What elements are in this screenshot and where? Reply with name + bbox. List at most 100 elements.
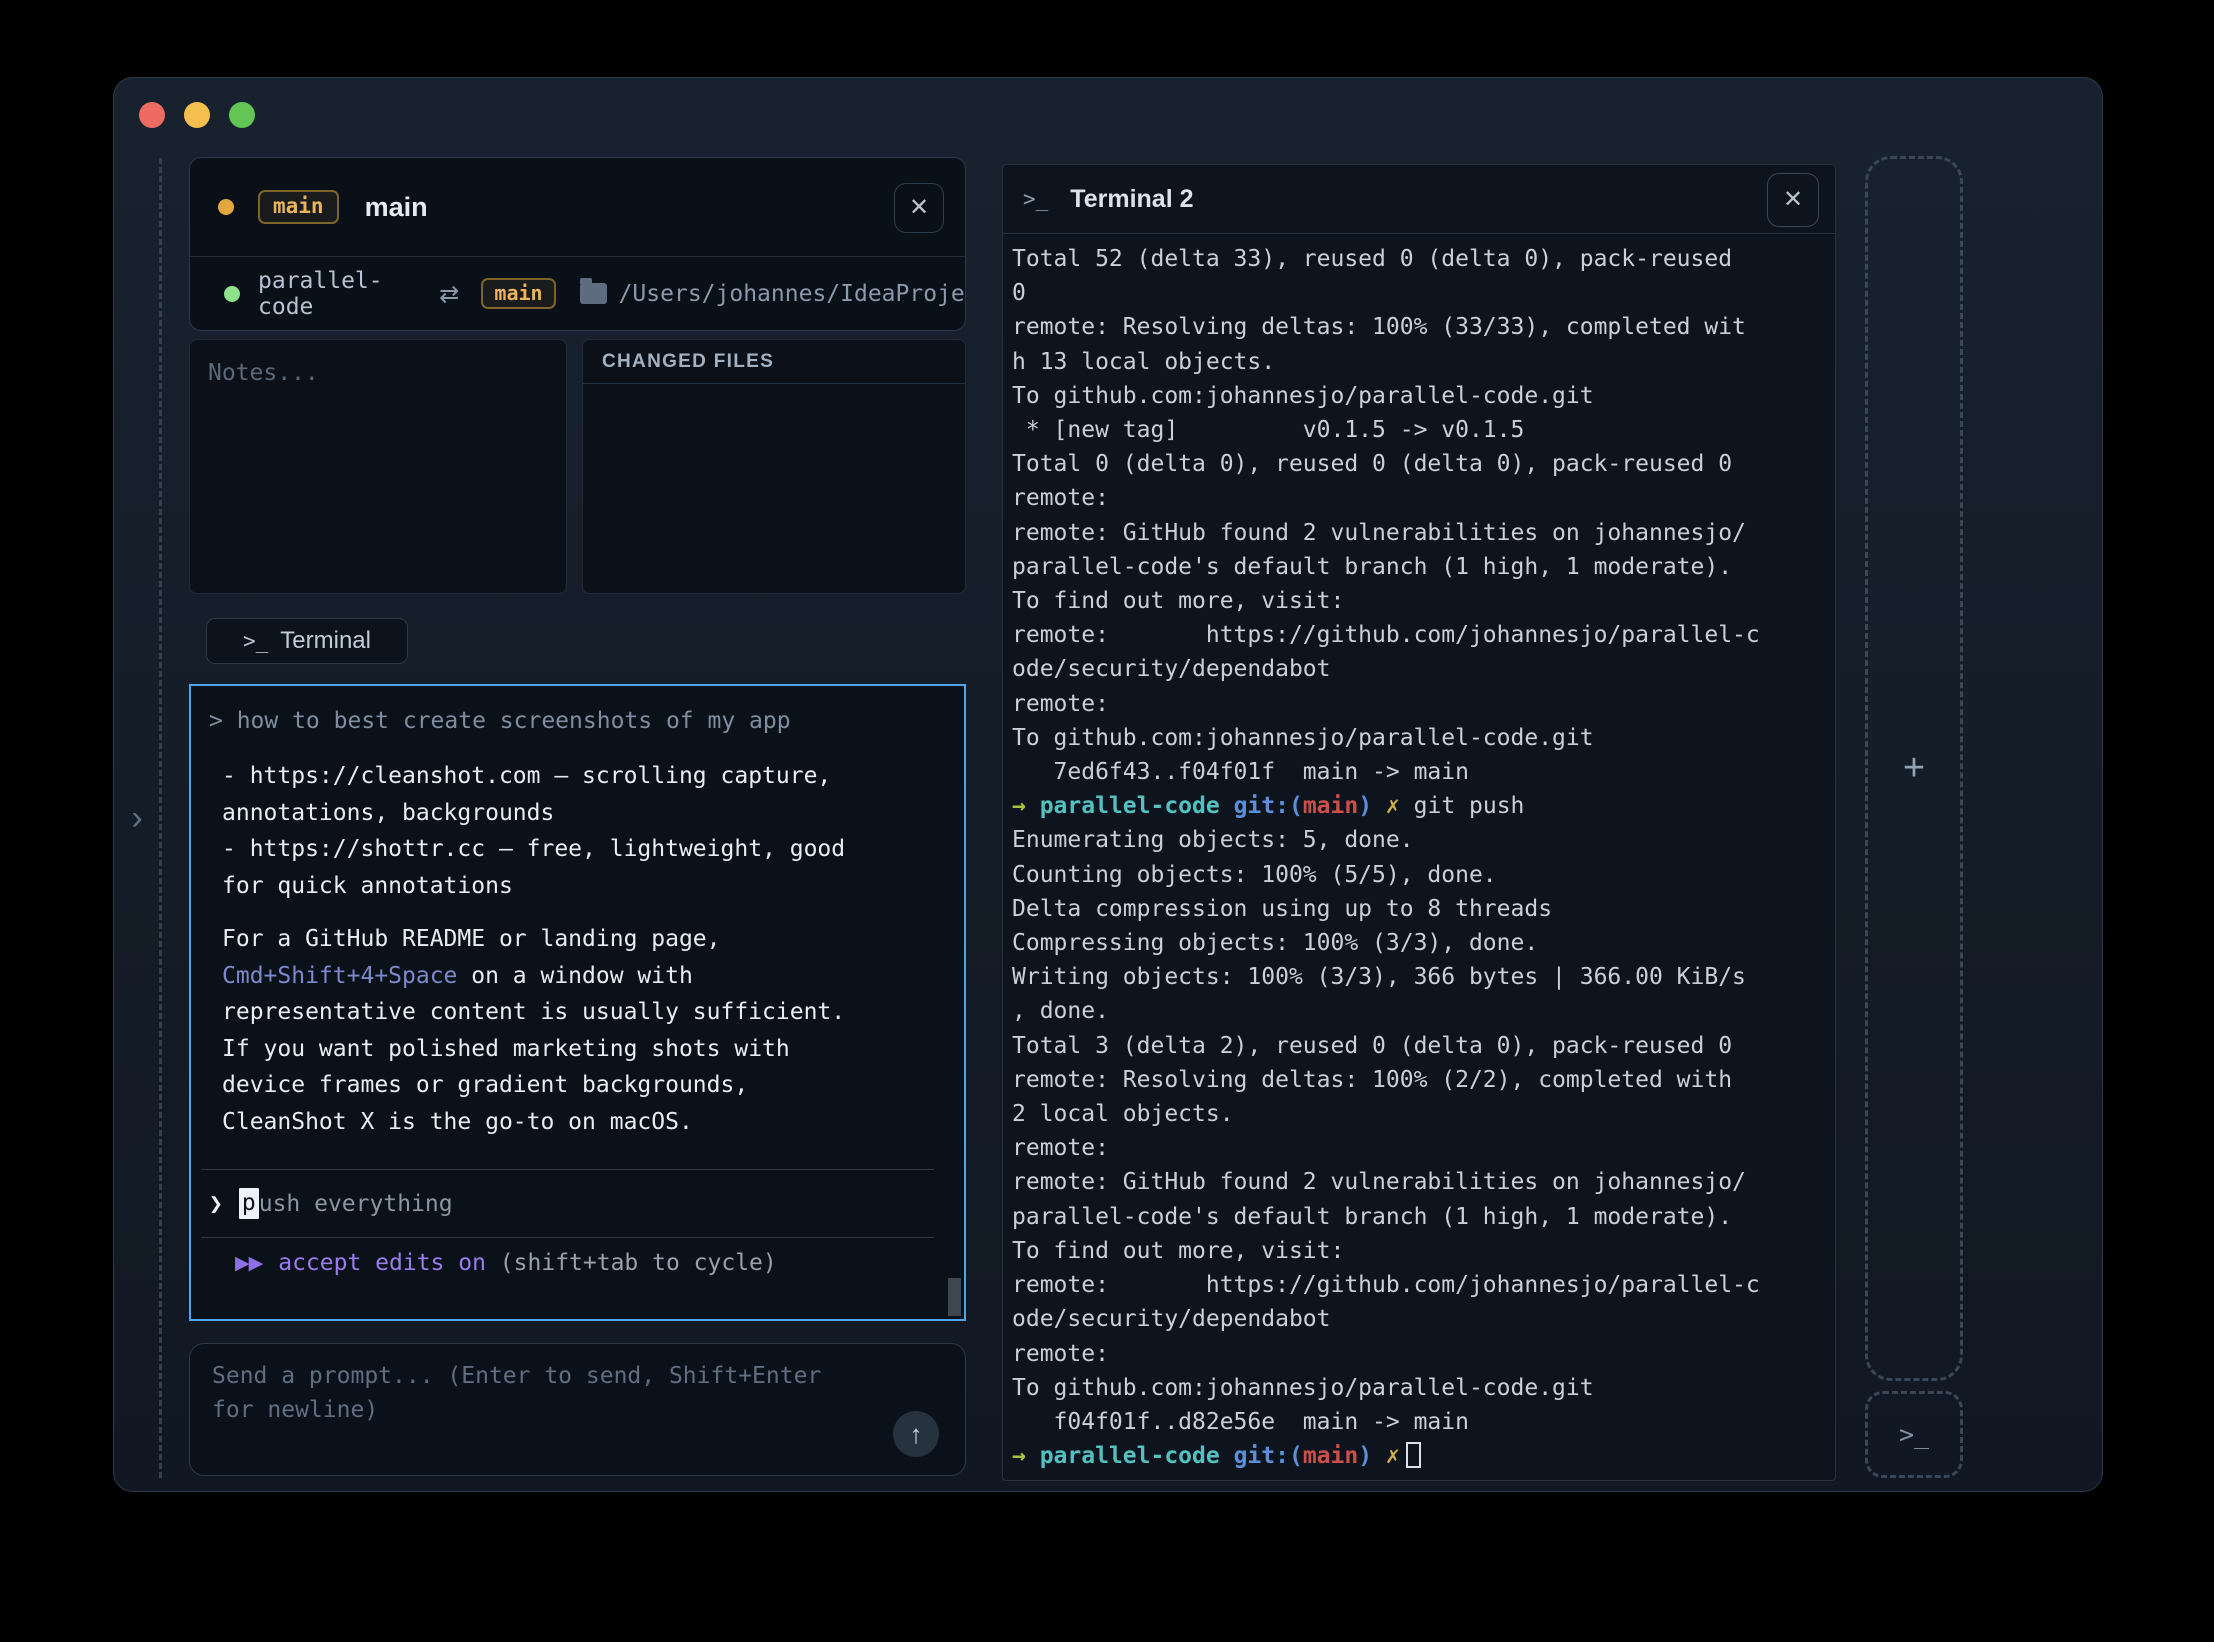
- send-button[interactable]: ↑: [893, 1411, 939, 1457]
- agent-chat-area[interactable]: > how to best create screenshots of my a…: [189, 684, 966, 1321]
- plus-icon: +: [1903, 747, 1925, 790]
- terminal-line: ode/security/dependabot: [1012, 652, 1827, 686]
- app-window: › main main ✕ parallel-code ⇄ main /User…: [113, 77, 2103, 1492]
- terminal-line: parallel-code's default branch (1 high, …: [1012, 1200, 1827, 1234]
- add-panel-dropzone[interactable]: +: [1865, 156, 1963, 1381]
- chat-input-row[interactable]: ❯ p ush everything: [191, 1170, 964, 1237]
- terminal-line: Total 3 (delta 2), reused 0 (delta 0), p…: [1012, 1029, 1827, 1063]
- prompt-input-box[interactable]: Send a prompt... (Enter to send, Shift+E…: [189, 1343, 966, 1476]
- repo-path: /Users/johannes/IdeaProjects/: [619, 281, 965, 307]
- terminal-line: remote:: [1012, 687, 1827, 721]
- accept-edits-hint: (shift+tab to cycle): [486, 1250, 777, 1276]
- terminal-line: To github.com:johannesjo/parallel-code.g…: [1012, 1371, 1827, 1405]
- terminal-line: , done.: [1012, 994, 1827, 1028]
- chat-input-text: ush everything: [259, 1191, 453, 1217]
- terminal-line: 7ed6f43..f04f01f main -> main: [1012, 755, 1827, 789]
- changed-files-header: CHANGED FILES: [583, 340, 965, 384]
- chat-line: Cmd+Shift+4+Space on a window with: [222, 958, 964, 995]
- terminal-line: Delta compression using up to 8 threads: [1012, 892, 1827, 926]
- chat-prompt-icon: ❯: [209, 1191, 223, 1217]
- terminal-2-title: Terminal 2: [1070, 185, 1193, 214]
- terminal-line: To find out more, visit:: [1012, 1234, 1827, 1268]
- terminal-button-label: Terminal: [280, 627, 371, 655]
- traffic-lights: [139, 102, 255, 128]
- terminal-line: remote: GitHub found 2 vulnerabilities o…: [1012, 516, 1827, 550]
- accept-arrows-icon: ▶▶: [235, 1252, 262, 1274]
- terminal-prompt-icon: >_: [1023, 187, 1048, 211]
- terminal-line: To github.com:johannesjo/parallel-code.g…: [1012, 379, 1827, 413]
- terminal-output[interactable]: Total 52 (delta 33), reused 0 (delta 0),…: [1003, 234, 1835, 1473]
- branch-compare-icon: ⇄: [439, 280, 459, 308]
- close-window-button[interactable]: [139, 102, 165, 128]
- chat-line: [222, 904, 964, 921]
- terminal-line: parallel-code's default branch (1 high, …: [1012, 550, 1827, 584]
- repo-branch-badge[interactable]: main: [481, 278, 555, 309]
- terminal-line: remote:: [1012, 1337, 1827, 1371]
- terminal-line: Enumerating objects: 5, done.: [1012, 823, 1827, 857]
- expand-sidebar-chevron-icon[interactable]: ›: [124, 800, 150, 836]
- add-terminal-dropzone[interactable]: >_: [1865, 1391, 1963, 1478]
- notes-panel[interactable]: Notes...: [189, 339, 567, 594]
- chat-line: for quick annotations: [222, 868, 964, 905]
- terminal-line: remote: Resolving deltas: 100% (2/2), co…: [1012, 1063, 1827, 1097]
- terminal-2-close-button[interactable]: ✕: [1767, 173, 1819, 227]
- terminal-line: h 13 local objects.: [1012, 345, 1827, 379]
- notes-placeholder: Notes...: [208, 360, 548, 386]
- terminal-line: f04f01f..d82e56e main -> main: [1012, 1405, 1827, 1439]
- terminal-2-header: >_ Terminal 2 ✕: [1003, 165, 1835, 234]
- accept-edits-row[interactable]: ▶▶ accept edits on (shift+tab to cycle): [191, 1238, 964, 1288]
- changed-files-panel: CHANGED FILES: [582, 339, 966, 594]
- session-card-header: main main ✕: [190, 158, 965, 257]
- terminal-line: Total 0 (delta 0), reused 0 (delta 0), p…: [1012, 447, 1827, 481]
- terminal-line: remote: https://github.com/johannesjo/pa…: [1012, 1268, 1827, 1302]
- session-close-button[interactable]: ✕: [894, 183, 944, 233]
- terminal-line: remote:: [1012, 481, 1827, 515]
- terminal-line: → parallel-code git:(main) ✗ git push: [1012, 789, 1827, 823]
- chat-user-query: > how to best create screenshots of my a…: [209, 703, 964, 739]
- repo-name: parallel-code: [258, 268, 413, 320]
- chat-line: - https://shottr.cc — free, lightweight,…: [222, 831, 964, 868]
- chat-text-cursor: p: [239, 1188, 259, 1219]
- terminal-line: Writing objects: 100% (3/3), 366 bytes |…: [1012, 960, 1827, 994]
- terminal-line: Compressing objects: 100% (3/3), done.: [1012, 926, 1827, 960]
- terminal-line: Counting objects: 100% (5/5), done.: [1012, 858, 1827, 892]
- chat-line: representative content is usually suffic…: [222, 994, 964, 1031]
- terminal-toggle-button[interactable]: >_ Terminal: [206, 618, 408, 664]
- terminal-cursor: [1406, 1442, 1421, 1468]
- terminal-line: remote: Resolving deltas: 100% (33/33), …: [1012, 310, 1827, 344]
- session-title: main: [365, 192, 428, 223]
- chat-line: If you want polished marketing shots wit…: [222, 1031, 964, 1068]
- terminal-prompt-icon: >_: [1899, 1420, 1929, 1449]
- folder-icon: [580, 283, 607, 304]
- terminal-line: remote:: [1012, 1131, 1827, 1165]
- terminal-line: remote: https://github.com/johannesjo/pa…: [1012, 618, 1827, 652]
- chat-answer: - https://cleanshot.com — scrolling capt…: [222, 758, 964, 1140]
- terminal-line: ode/security/dependabot: [1012, 1302, 1827, 1336]
- left-rail-divider: [159, 158, 162, 1478]
- terminal-line: → parallel-code git:(main) ✗: [1012, 1439, 1827, 1473]
- terminal-prompt-icon: >_: [243, 629, 268, 653]
- session-branch-badge: main: [258, 190, 339, 224]
- session-status-dot: [218, 199, 234, 215]
- terminal-line: 0: [1012, 276, 1827, 310]
- terminal-line: 2 local objects.: [1012, 1097, 1827, 1131]
- chat-line: - https://cleanshot.com — scrolling capt…: [222, 758, 964, 795]
- repo-row: parallel-code ⇄ main /Users/johannes/Ide…: [190, 257, 965, 330]
- desktop-background: › main main ✕ parallel-code ⇄ main /User…: [0, 0, 2214, 1642]
- terminal-line: remote: GitHub found 2 vulnerabilities o…: [1012, 1165, 1827, 1199]
- chat-content: > how to best create screenshots of my a…: [191, 686, 964, 1140]
- chat-line: device frames or gradient backgrounds,: [222, 1067, 964, 1104]
- terminal-line: To github.com:johannesjo/parallel-code.g…: [1012, 721, 1827, 755]
- chat-line: For a GitHub README or landing page,: [222, 921, 964, 958]
- chat-scrollbar-thumb[interactable]: [948, 1278, 961, 1316]
- chat-line: annotations, backgrounds: [222, 795, 964, 832]
- changed-files-title: CHANGED FILES: [602, 351, 774, 373]
- zoom-window-button[interactable]: [229, 102, 255, 128]
- minimize-window-button[interactable]: [184, 102, 210, 128]
- session-card: main main ✕ parallel-code ⇄ main /Users/…: [189, 157, 966, 331]
- terminal-line: Total 52 (delta 33), reused 0 (delta 0),…: [1012, 242, 1827, 276]
- repo-status-dot: [224, 286, 240, 302]
- terminal-line: To find out more, visit:: [1012, 584, 1827, 618]
- prompt-placeholder: Send a prompt... (Enter to send, Shift+E…: [212, 1359, 860, 1427]
- chat-line: CleanShot X is the go-to on macOS.: [222, 1104, 964, 1141]
